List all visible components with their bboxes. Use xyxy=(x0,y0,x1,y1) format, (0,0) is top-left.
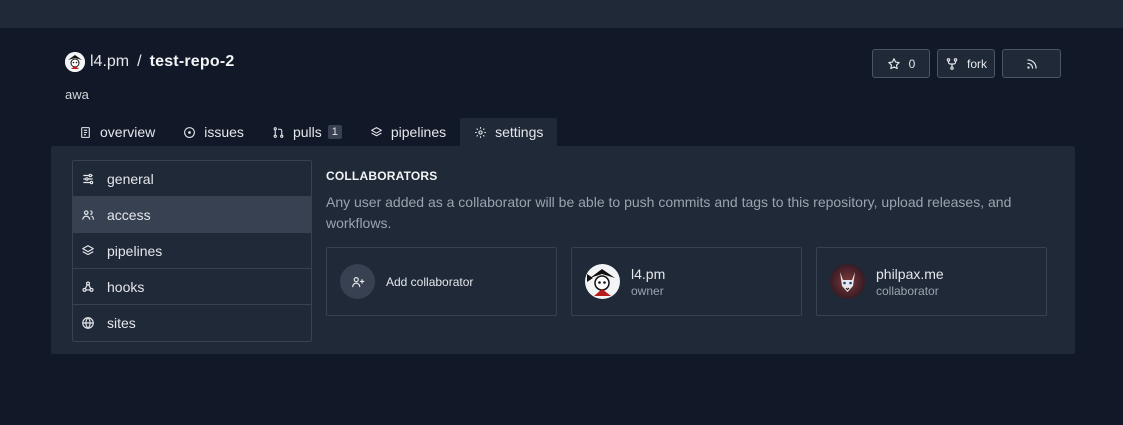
owner-avatar[interactable] xyxy=(65,52,85,72)
tab-overview[interactable]: overview xyxy=(65,118,169,146)
repo-description: awa xyxy=(65,87,89,102)
tab-label: settings xyxy=(495,124,544,140)
rss-feed-button[interactable] xyxy=(1002,49,1061,78)
sliders-icon xyxy=(83,173,94,184)
collaborator-name[interactable]: l4.pm xyxy=(631,265,665,283)
pulls-count-badge: 1 xyxy=(327,125,342,139)
star-button[interactable]: 0 xyxy=(872,49,930,78)
collaborators-description: Any user added as a collaborator will be… xyxy=(326,194,1012,231)
repo-tabs: overview issues pulls 1 pipelines settin… xyxy=(65,118,558,146)
collaborators-heading: COLLABORATORS xyxy=(326,169,438,183)
book-icon xyxy=(81,126,90,138)
repo-name-link[interactable]: test-repo-2 xyxy=(150,53,235,71)
fork-icon xyxy=(946,57,958,70)
tab-pulls[interactable]: pulls 1 xyxy=(258,118,356,146)
tab-label: issues xyxy=(204,124,244,140)
settings-menu-item-pipelines[interactable]: pipelines xyxy=(73,233,311,269)
settings-menu-label: sites xyxy=(107,315,136,331)
avatar[interactable] xyxy=(830,264,865,299)
tab-issues[interactable]: issues xyxy=(169,118,258,146)
users-icon xyxy=(82,209,94,220)
settings-menu-label: access xyxy=(107,206,151,223)
webhook-icon xyxy=(82,280,94,292)
tab-label: overview xyxy=(100,124,156,140)
settings-menu-item-hooks[interactable]: hooks xyxy=(73,269,311,305)
git-pull-request-icon xyxy=(273,126,284,138)
add-collaborator-button[interactable]: Add collaborator xyxy=(326,247,557,316)
collaborator-info: l4.pm owner xyxy=(631,265,665,299)
breadcrumb-separator: / xyxy=(137,53,142,70)
star-icon xyxy=(887,57,900,69)
collaborator-card: philpax.me collaborator xyxy=(816,247,1047,316)
add-collaborator-label: Add collaborator xyxy=(386,274,474,289)
settings-menu: general access pipelines hooks sites xyxy=(72,160,312,342)
fork-label: fork xyxy=(966,56,987,71)
settings-menu-label: general xyxy=(107,170,154,187)
repo-owner-link[interactable]: l4.pm xyxy=(90,53,129,71)
globe-icon xyxy=(82,317,94,329)
layers-icon xyxy=(370,126,382,136)
collaborator-card: l4.pm owner xyxy=(571,247,802,316)
settings-panel: general access pipelines hooks sites COL… xyxy=(51,146,1075,354)
collaborator-info: philpax.me collaborator xyxy=(876,265,944,299)
tab-label: pipelines xyxy=(390,124,447,140)
add-collaborator-icon-wrap xyxy=(340,264,375,299)
avatar[interactable] xyxy=(585,264,620,299)
settings-menu-item-general[interactable]: general xyxy=(73,161,311,197)
fork-button[interactable]: fork xyxy=(937,49,995,78)
repo-breadcrumb: l4.pm / test-repo-2 xyxy=(65,50,234,74)
circle-dot-icon xyxy=(184,126,196,138)
user-plus-icon xyxy=(351,276,364,287)
tab-label: pulls xyxy=(292,124,322,140)
gear-icon xyxy=(475,126,487,138)
tab-pipelines[interactable]: pipelines xyxy=(356,118,460,146)
settings-menu-item-sites[interactable]: sites xyxy=(73,305,311,341)
top-bar xyxy=(0,0,1123,28)
tab-settings[interactable]: settings xyxy=(460,118,558,146)
layers-icon xyxy=(82,244,94,255)
settings-menu-label: pipelines xyxy=(107,242,163,259)
settings-menu-item-access[interactable]: access xyxy=(73,197,311,233)
star-count: 0 xyxy=(908,56,916,71)
collaborator-role: collaborator xyxy=(876,283,939,298)
settings-menu-label: hooks xyxy=(107,278,145,295)
collaborator-role: owner xyxy=(631,283,664,298)
rss-icon xyxy=(1026,58,1037,69)
collaborator-name[interactable]: philpax.me xyxy=(876,265,944,283)
